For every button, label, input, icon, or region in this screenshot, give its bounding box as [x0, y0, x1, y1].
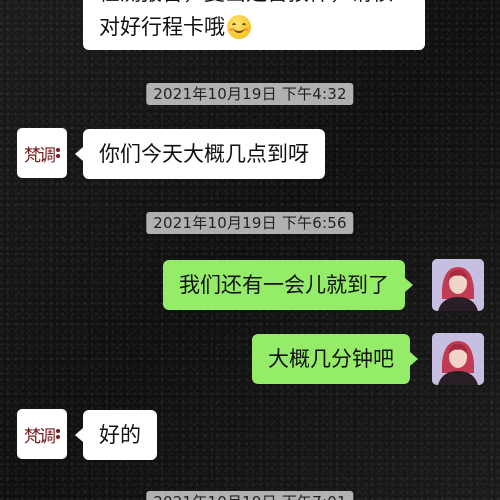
- timestamp: 2021年10月19日 下午4:32: [146, 83, 354, 105]
- message-bubble-incoming[interactable]: 你们今天大概几点到呀: [75, 129, 325, 179]
- message-text: 我们还有一会儿就到了: [179, 273, 389, 297]
- timestamp: 2021年10月19日 下午7:01: [146, 491, 354, 500]
- message-bubble-incoming[interactable]: 检测报告，复出是否按件，请核 对好行程卡哦: [83, 0, 425, 50]
- contact-avatar[interactable]: 梵调: [17, 128, 67, 178]
- message-bubble-outgoing[interactable]: 大概几分钟吧: [252, 334, 418, 384]
- message-text: 你们今天大概几点到呀: [99, 142, 309, 166]
- brand-logo-icon: 梵调: [24, 426, 56, 447]
- message-text-line: 对好行程卡哦: [99, 10, 251, 44]
- chat-area: 检测报告，复出是否按件，请核 对好行程卡哦 2021年10月19日 下午4:32…: [0, 0, 500, 500]
- message-text: 好的: [99, 423, 141, 447]
- message-text: 大概几分钟吧: [268, 347, 394, 371]
- user-photo-avatar-icon: [432, 259, 484, 311]
- message-text: 对好行程卡哦: [99, 15, 225, 39]
- message-bubble-outgoing[interactable]: 我们还有一会儿就到了: [163, 260, 413, 310]
- smiling-face-emoji-icon: [227, 15, 251, 39]
- user-avatar[interactable]: [432, 259, 484, 311]
- user-avatar[interactable]: [432, 333, 484, 385]
- brand-logo-icon: 梵调: [24, 145, 56, 166]
- message-text-line: 检测报告，复出是否按件，请核: [99, 0, 393, 10]
- contact-avatar[interactable]: 梵调: [17, 409, 67, 459]
- user-photo-avatar-icon: [432, 333, 484, 385]
- message-bubble-incoming[interactable]: 好的: [75, 410, 157, 460]
- timestamp: 2021年10月19日 下午6:56: [146, 212, 354, 234]
